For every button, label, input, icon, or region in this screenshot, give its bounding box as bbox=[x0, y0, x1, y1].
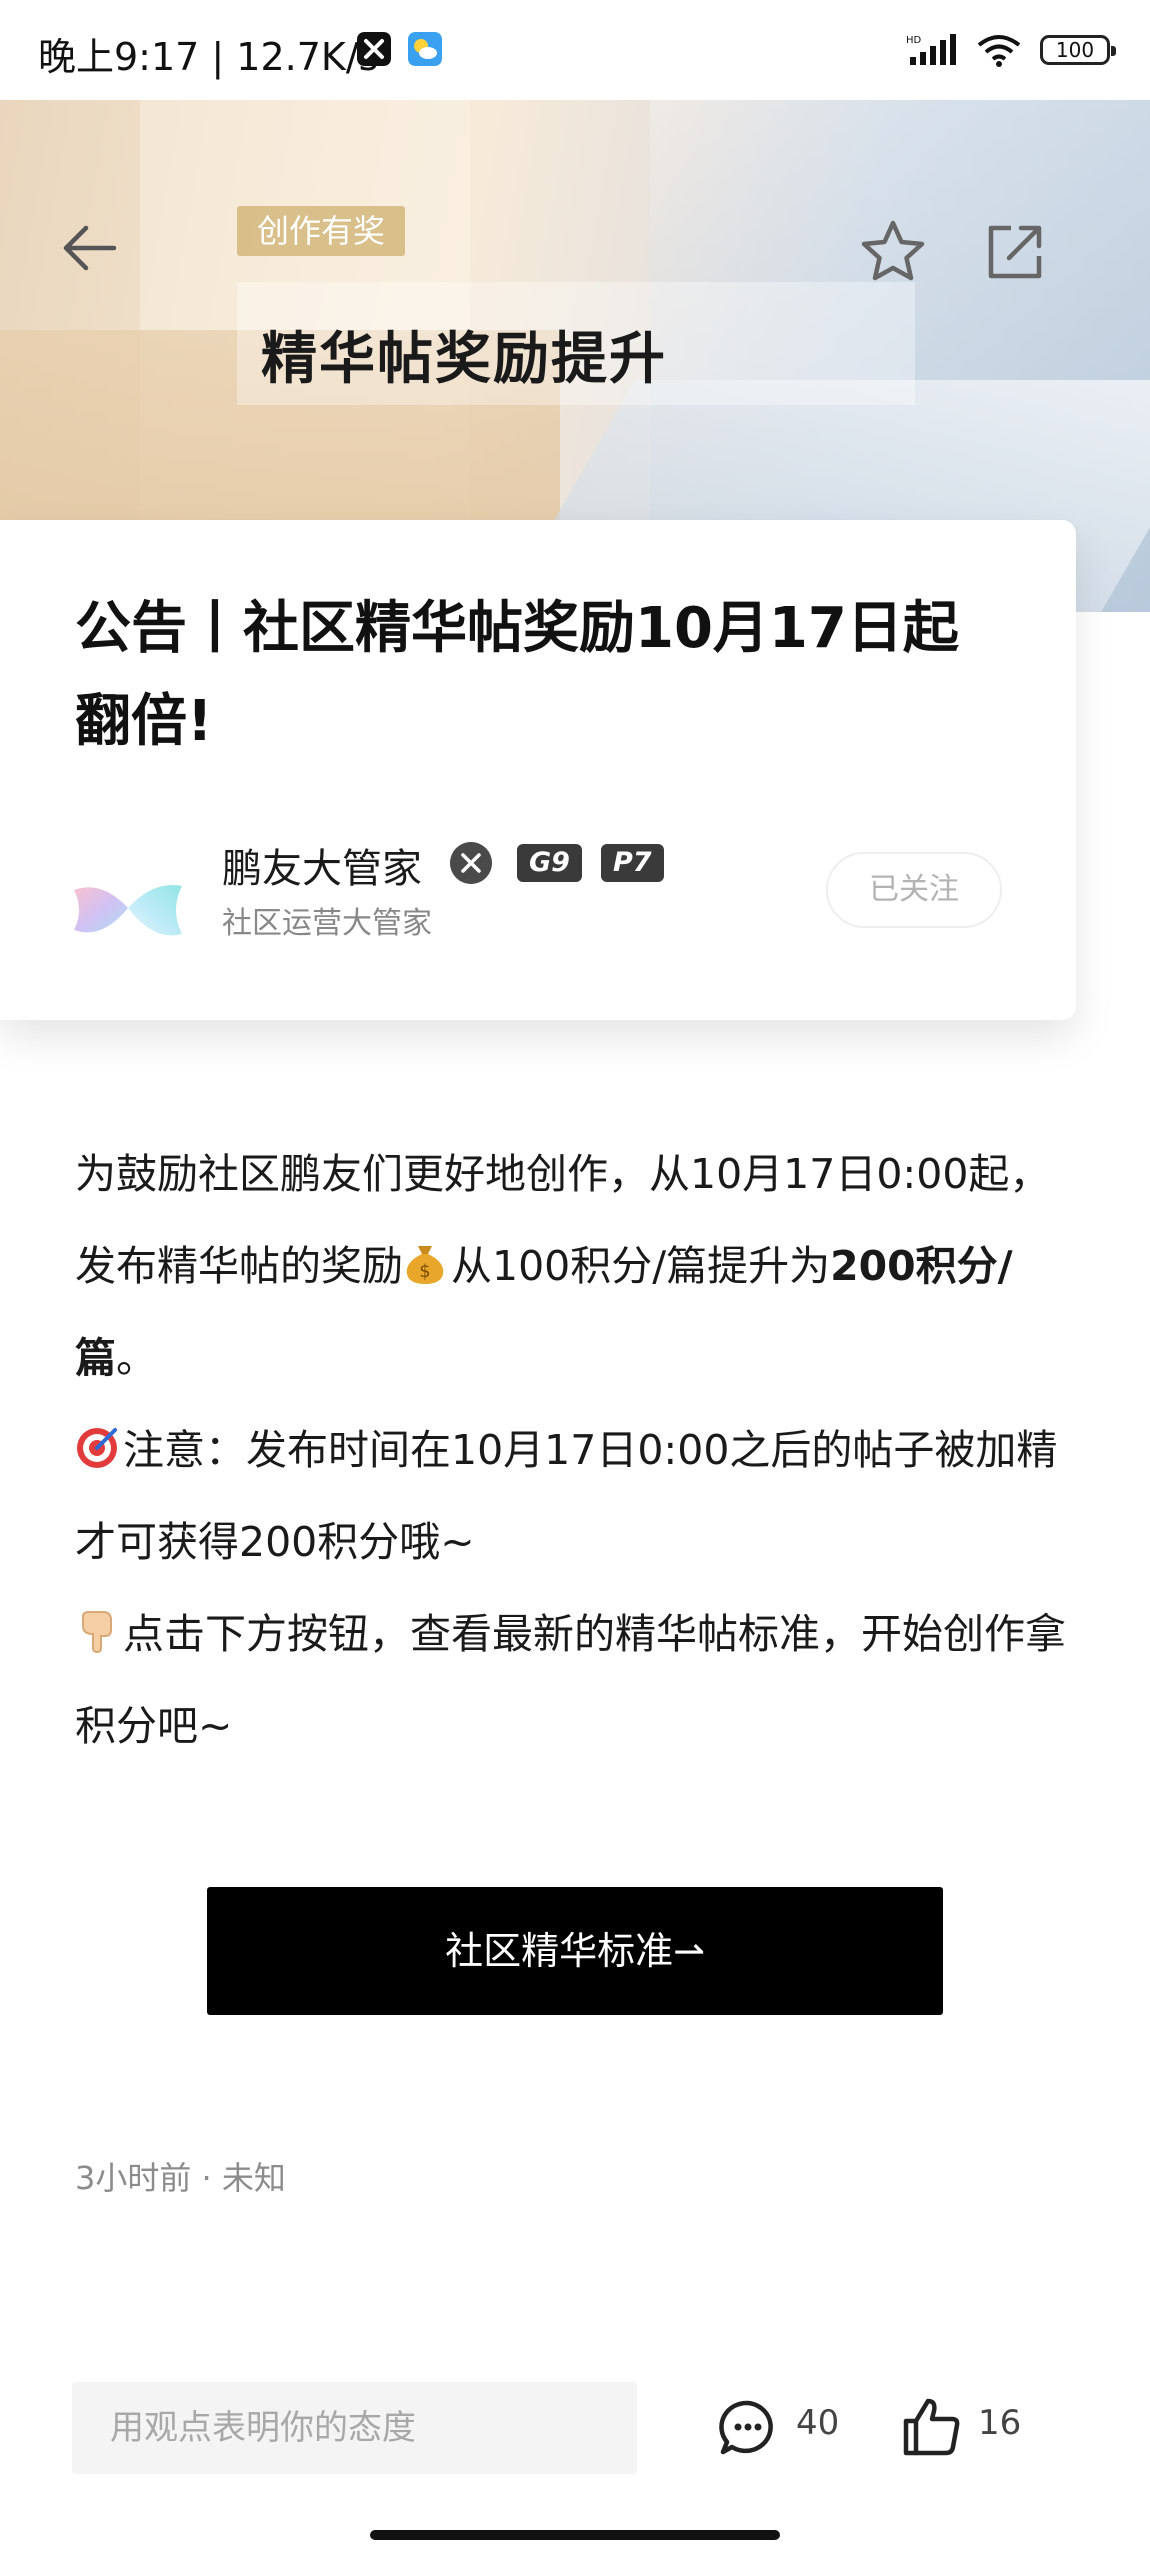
post-body: 为鼓励社区鹏友们更好地创作，从10月17日0:00起，发布精华帖的奖励 $ 从1… bbox=[75, 1128, 1075, 1772]
target-icon bbox=[77, 1428, 117, 1468]
essence-standard-button[interactable]: 社区精华标准⇀ bbox=[207, 1887, 943, 2015]
money-bag-icon: $ bbox=[406, 1246, 444, 1284]
status-time: 晚上9:17 | 12.7K/s bbox=[38, 35, 379, 79]
pointing-down-icon bbox=[82, 1611, 112, 1654]
signal-icon: HD bbox=[906, 34, 956, 65]
car-badge-g9: G9 bbox=[517, 844, 582, 882]
home-indicator[interactable] bbox=[370, 2530, 780, 2540]
svg-text:$: $ bbox=[419, 1261, 430, 1282]
back-arrow-icon[interactable] bbox=[62, 222, 118, 274]
paragraph-text: 点击下方按钮，查看最新的精华帖标准，开始创作拿积分吧~ bbox=[75, 1610, 1066, 1750]
app-notification-icon bbox=[357, 32, 391, 66]
author-name[interactable]: 鹏友大管家 bbox=[222, 836, 422, 894]
follow-button[interactable]: 已关注 bbox=[826, 852, 1002, 928]
paragraph-3: 点击下方按钮，查看最新的精华帖标准，开始创作拿积分吧~ bbox=[75, 1588, 1075, 1772]
paragraph-text: 。 bbox=[116, 1334, 157, 1382]
paragraph-text: 注意：发布时间在10月17日0:00之后的帖子被加精才可获得200积分哦~ bbox=[75, 1426, 1058, 1566]
hero-title-box: 精华帖奖励提升 bbox=[237, 282, 915, 405]
author-avatar[interactable] bbox=[70, 850, 186, 966]
star-icon[interactable] bbox=[858, 218, 928, 284]
paragraph-2: 注意：发布时间在10月17日0:00之后的帖子被加精才可获得200积分哦~ bbox=[75, 1404, 1075, 1588]
author-role: 社区运营大管家 bbox=[222, 906, 432, 941]
status-indicators: HD 100 bbox=[906, 30, 1116, 70]
hero-title: 精华帖奖励提升 bbox=[261, 327, 667, 392]
weather-icon bbox=[408, 32, 442, 66]
battery-indicator: 100 bbox=[1040, 35, 1116, 65]
thumbs-up-icon[interactable] bbox=[902, 2397, 962, 2457]
verified-icon bbox=[450, 842, 492, 884]
post-title: 公告丨社区精华帖奖励10月17日起翻倍! bbox=[75, 596, 959, 754]
hero-tag: 创作有奖 bbox=[237, 206, 406, 256]
wifi-icon bbox=[977, 35, 1021, 67]
network-label: HD bbox=[906, 35, 922, 46]
paragraph-text: 从100积分/篇提升为 bbox=[451, 1242, 831, 1290]
like-count: 16 bbox=[978, 2403, 1022, 2443]
comment-icon[interactable] bbox=[718, 2398, 778, 2458]
car-badge-p7: P7 bbox=[601, 844, 664, 882]
comment-input[interactable]: 用观点表明你的态度 bbox=[72, 2382, 637, 2474]
comment-count: 40 bbox=[796, 2403, 840, 2443]
post-meta: 3小时前 · 未知 bbox=[75, 2159, 286, 2197]
share-icon[interactable] bbox=[985, 222, 1045, 282]
post-header-card: 公告丨社区精华帖奖励10月17日起翻倍! 鹏友大管家 G9 P7 社区运营大管家… bbox=[0, 520, 1076, 1020]
status-bar: 晚上9:17 | 12.7K/s HD 100 bbox=[0, 0, 1150, 100]
paragraph-1: 为鼓励社区鹏友们更好地创作，从10月17日0:00起，发布精华帖的奖励 $ 从1… bbox=[75, 1128, 1075, 1404]
